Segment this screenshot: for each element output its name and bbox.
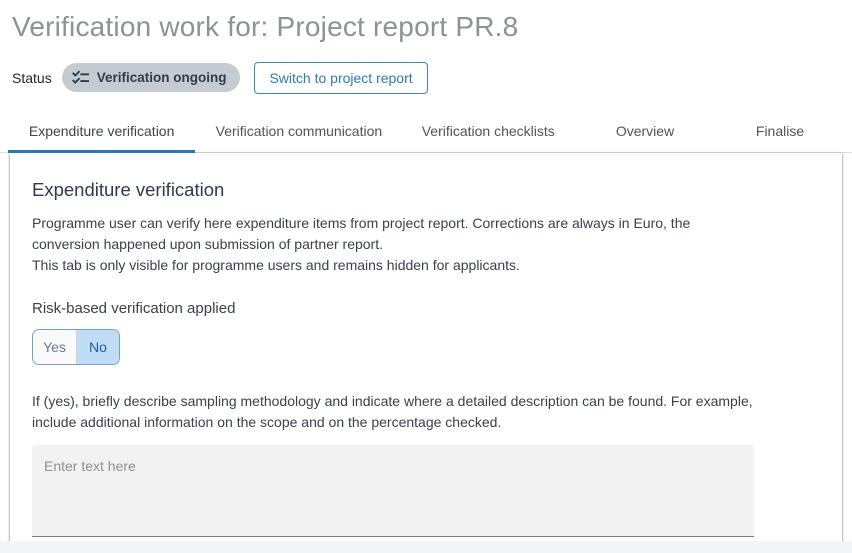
status-badge-text: Verification ongoing (97, 70, 227, 85)
page-title: Verification work for: Project report PR… (12, 10, 840, 44)
sampling-description-textarea[interactable] (32, 445, 754, 537)
tab-bar: Expenditure verification Verification co… (0, 110, 852, 153)
checklist-icon (71, 68, 90, 87)
risk-based-toggle-group: Yes No (32, 329, 120, 365)
risk-based-verification-label: Risk-based verification applied (32, 300, 820, 317)
section-description-line1: Programme user can verify here expenditu… (32, 213, 758, 255)
status-row: Status Verification ongoing Switch to pr… (12, 62, 840, 94)
page-background-strip (0, 541, 852, 553)
section-description-line2: This tab is only visible for programme u… (32, 255, 758, 276)
section-description: Programme user can verify here expenditu… (32, 213, 758, 276)
tab-verification-communication[interactable]: Verification communication (195, 110, 402, 153)
toggle-yes-button[interactable]: Yes (33, 330, 76, 364)
expenditure-verification-panel: Expenditure verification Programme user … (10, 153, 842, 553)
sampling-methodology-hint: If (yes), briefly describe sampling meth… (32, 391, 758, 433)
toggle-no-button[interactable]: No (76, 330, 119, 364)
tab-expenditure-verification[interactable]: Expenditure verification (8, 110, 195, 153)
page-header: Verification work for: Project report PR… (0, 0, 852, 94)
tab-finalise[interactable]: Finalise (716, 110, 844, 153)
section-heading: Expenditure verification (32, 179, 820, 201)
tab-overview[interactable]: Overview (574, 110, 716, 153)
switch-to-project-report-button[interactable]: Switch to project report (254, 62, 427, 94)
tab-verification-checklists[interactable]: Verification checklists (403, 110, 574, 153)
status-label: Status (12, 70, 52, 86)
status-badge: Verification ongoing (62, 63, 241, 92)
